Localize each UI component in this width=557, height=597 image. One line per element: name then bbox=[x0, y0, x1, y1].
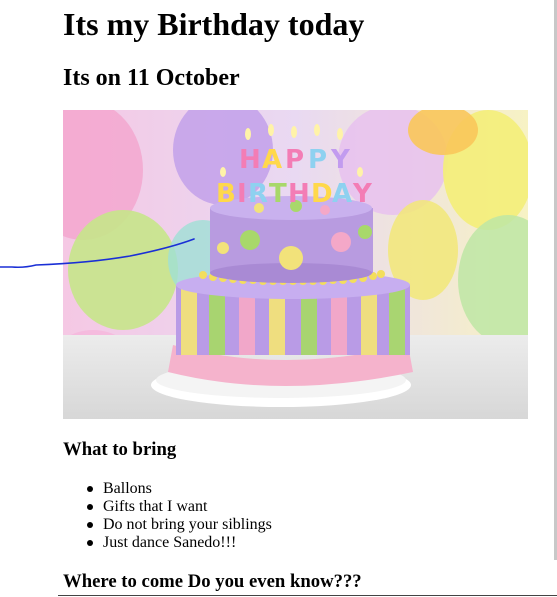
svg-text:Y: Y bbox=[352, 179, 373, 209]
list-item: Ballons bbox=[63, 480, 272, 498]
list-item: Gifts that I want bbox=[63, 498, 272, 516]
svg-text:H: H bbox=[239, 145, 261, 175]
svg-text:Y: Y bbox=[330, 145, 351, 175]
page-title: Its my Birthday today bbox=[63, 6, 365, 42]
svg-text:B: B bbox=[216, 179, 236, 209]
list-item: Do not bring your siblings bbox=[63, 516, 272, 534]
divider bbox=[58, 595, 557, 596]
svg-text:R: R bbox=[248, 179, 268, 209]
svg-text:P: P bbox=[285, 145, 304, 175]
page-subtitle: Its on 11 October bbox=[63, 65, 240, 91]
bring-list: Ballons Gifts that I want Do not bring y… bbox=[63, 480, 272, 552]
svg-text:A: A bbox=[262, 145, 282, 175]
birthday-cake-image: H A P P Y B I R T H D A Y bbox=[63, 110, 528, 419]
bring-heading: What to bring bbox=[63, 439, 177, 460]
svg-text:A: A bbox=[332, 179, 352, 209]
svg-text:D: D bbox=[311, 179, 333, 209]
svg-text:P: P bbox=[308, 145, 327, 175]
where-heading: Where to come Do you even know??? bbox=[63, 571, 362, 592]
svg-text:I: I bbox=[237, 179, 247, 209]
list-item: Just dance Sanedo!!! bbox=[63, 534, 272, 552]
svg-text:H: H bbox=[288, 179, 310, 209]
svg-text:T: T bbox=[269, 179, 287, 209]
